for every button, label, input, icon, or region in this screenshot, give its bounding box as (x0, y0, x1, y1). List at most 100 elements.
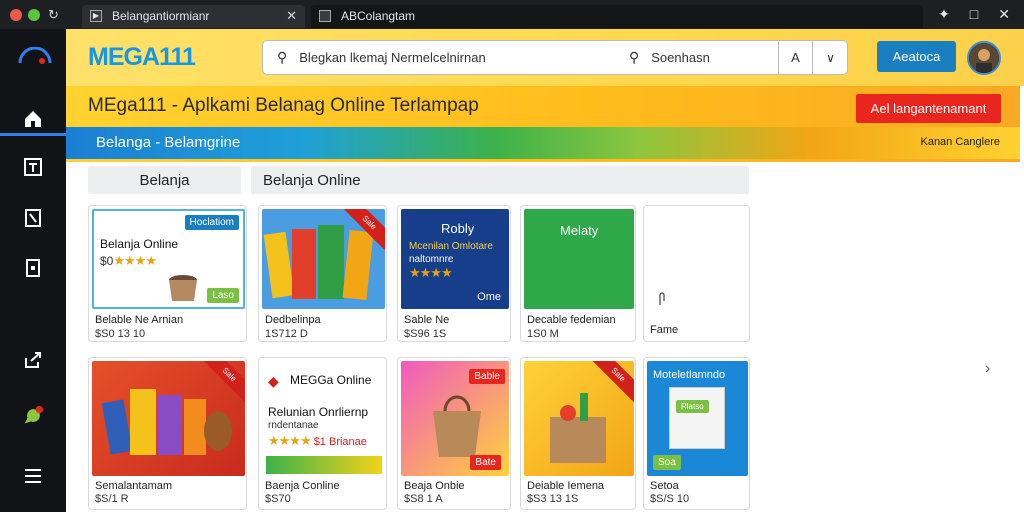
window-controls-left: ↻ (10, 7, 72, 23)
product-image: Sale (262, 209, 385, 309)
product-name: Semalantamam (95, 480, 173, 492)
product-price: $S/S 10 (650, 493, 690, 505)
maximize-dot[interactable] (28, 8, 40, 21)
product-image-title: MEGGa Online (290, 373, 372, 387)
product-image-title: Moteletlamndo (653, 369, 726, 381)
sidebar-active-indicator (0, 133, 66, 136)
cursor-hand-icon (659, 292, 665, 305)
search-icon: ⚲ (629, 49, 640, 65)
product-image: Hoclatiom Belanja Online $0★★★★ Laso (92, 209, 245, 309)
product-image-title: Belanja Online (100, 237, 179, 251)
product-image: Sale (524, 361, 634, 476)
stripe-right-text[interactable]: Kanan Canglere (920, 136, 1000, 148)
product-card[interactable]: Fame (643, 205, 750, 342)
stripe-text: Belanga - Belamgrine (96, 134, 241, 151)
product-image-subtitle-2: rndentanae (268, 420, 319, 431)
header: MEGA111 ⚲ Blegkan lkemaj Nermelcelnirnan… (66, 29, 1024, 86)
product-image (647, 209, 748, 309)
search-query-field[interactable]: ⚲ Soenhasn (629, 49, 710, 66)
product-image-price: $0★★★★ (100, 253, 157, 268)
avatar[interactable] (967, 41, 1001, 75)
shopping-bag-image (433, 395, 481, 457)
chevron-right-icon[interactable]: › (985, 360, 990, 378)
search-button-label: A (791, 50, 800, 65)
share-icon[interactable] (22, 349, 44, 371)
tablet-icon[interactable] (22, 156, 44, 178)
product-image-price: ★★★★ $1 Brianae (268, 433, 367, 448)
rating-stars: ★★★★ (409, 265, 453, 280)
search-input[interactable]: Blegkan lkemaj Nermelcelnirnan (299, 50, 485, 65)
product-card[interactable]: Robly Mcenilan Omlotare naltomnre ★★★★ O… (397, 205, 511, 342)
product-sale-badge: Soa (653, 455, 681, 470)
brand-logo[interactable]: MEGA111 (88, 43, 196, 72)
action-button[interactable]: Aeatoca (877, 41, 956, 72)
search-dropdown-button[interactable]: ∨ (812, 40, 848, 75)
close-icon[interactable]: ✕ (998, 6, 1010, 23)
home-icon[interactable] (22, 108, 44, 130)
category-chip[interactable]: Belanja (88, 166, 241, 194)
tab-label: Belangantiormianr (112, 9, 210, 23)
product-card[interactable]: Melaty Decable fedemian 1S0 M (520, 205, 636, 342)
search-bar[interactable]: ⚲ Blegkan lkemaj Nermelcelnirnan ⚲ Soenh… (262, 40, 848, 75)
app-logo-icon (18, 47, 52, 64)
product-price: $S8 1 A (404, 493, 443, 505)
product-image-subtitle-2: naltomnre (409, 254, 454, 265)
page-icon[interactable] (22, 257, 44, 279)
tab-inactive[interactable]: ABColangtam (311, 4, 923, 28)
product-card[interactable]: Hoclatiom Belanja Online $0★★★★ Laso Bel… (88, 205, 247, 342)
product-price: $S0 13 10 (95, 328, 146, 340)
bookmark-icon[interactable] (22, 207, 44, 229)
chevron-down-icon: ∨ (826, 50, 835, 65)
product-image: Robly Mcenilan Omlotare naltomnre ★★★★ O… (401, 209, 509, 309)
product-name: Dedbelinpa (265, 314, 321, 326)
close-dot[interactable] (10, 8, 22, 21)
product-sale-badge: Bate (470, 455, 501, 470)
tab-close-icon[interactable]: ✕ (286, 8, 297, 24)
tab-favicon-icon (319, 10, 331, 22)
tab-active[interactable]: ▶ Belangantiormianr ✕ (82, 4, 305, 28)
product-image-subtitle: Relunian Onrliernp (268, 405, 369, 419)
tab-favicon-icon: ▶ (90, 10, 102, 22)
product-image: ◆ MEGGa Online Relunian Onrliernp rndent… (262, 361, 385, 476)
product-name: Deiable Iemena (527, 480, 605, 492)
banner-title: MEga111 - Aplkami Belanag Online Terlamp… (88, 95, 479, 116)
banner-stripe: Belanga - Belamgrine Kanan Canglere (66, 127, 1020, 159)
product-name: Belable Ne Arnian (95, 314, 184, 326)
product-card[interactable]: Bable Bate Beaja Onbie $S8 1 A (397, 357, 511, 510)
product-image-footer: Ome (477, 291, 501, 303)
product-image: Melaty (524, 209, 634, 309)
product-image-bar (266, 456, 382, 474)
maximize-icon[interactable]: □ (970, 6, 978, 23)
product-sale-badge: Laso (207, 288, 239, 303)
product-image-subtitle: Mcenilan Omlotare (409, 241, 493, 252)
product-price: 1S0 M (527, 328, 559, 340)
product-price: $S/1 R (95, 493, 129, 505)
product-price: 1S712 D (265, 328, 308, 340)
banner-cta-button[interactable]: Ael langantenamant (856, 94, 1001, 123)
pin-icon[interactable]: ✦ (938, 6, 950, 23)
product-card[interactable]: Sale Semalantamam $S/1 R (88, 357, 247, 510)
product-card[interactable]: Moteletlamndo Rlatso Soa Setoa $S/S 10 (643, 357, 750, 510)
search-icon: ⚲ (277, 49, 288, 65)
product-card[interactable]: Sale Deiable Iemena $S3 13 1S (520, 357, 636, 510)
product-card[interactable]: Sale Dedbelinpa 1S712 D (258, 205, 387, 342)
window-controls-right: ✦ □ ✕ (938, 6, 1010, 23)
chat-icon[interactable] (22, 405, 44, 427)
search-query[interactable]: Soenhasn (651, 50, 710, 65)
product-name: Setoa (650, 480, 679, 492)
menu-icon[interactable] (22, 465, 44, 487)
section-chip[interactable]: Belanja Online (251, 166, 749, 194)
product-box-badge: Rlatso (676, 400, 709, 413)
product-tag-badge: Hoclatiom (184, 215, 239, 230)
window-titlebar: ↻ ▶ Belangantiormianr ✕ ABColangtam ✦ □ … (0, 0, 1024, 29)
product-name: Sable Ne (404, 314, 450, 326)
product-name: Beaja Onbie (404, 480, 465, 492)
diamond-logo-icon: ◆ (268, 373, 279, 389)
product-top-badge: Bable (469, 369, 505, 384)
search-button[interactable]: A (778, 40, 812, 75)
product-name: Decable fedemian (527, 314, 616, 326)
product-price: $S70 (265, 493, 291, 505)
product-card[interactable]: ◆ MEGGa Online Relunian Onrliernp rndent… (258, 357, 387, 510)
reload-icon[interactable]: ↻ (48, 7, 59, 23)
product-image: Sale (92, 361, 245, 476)
